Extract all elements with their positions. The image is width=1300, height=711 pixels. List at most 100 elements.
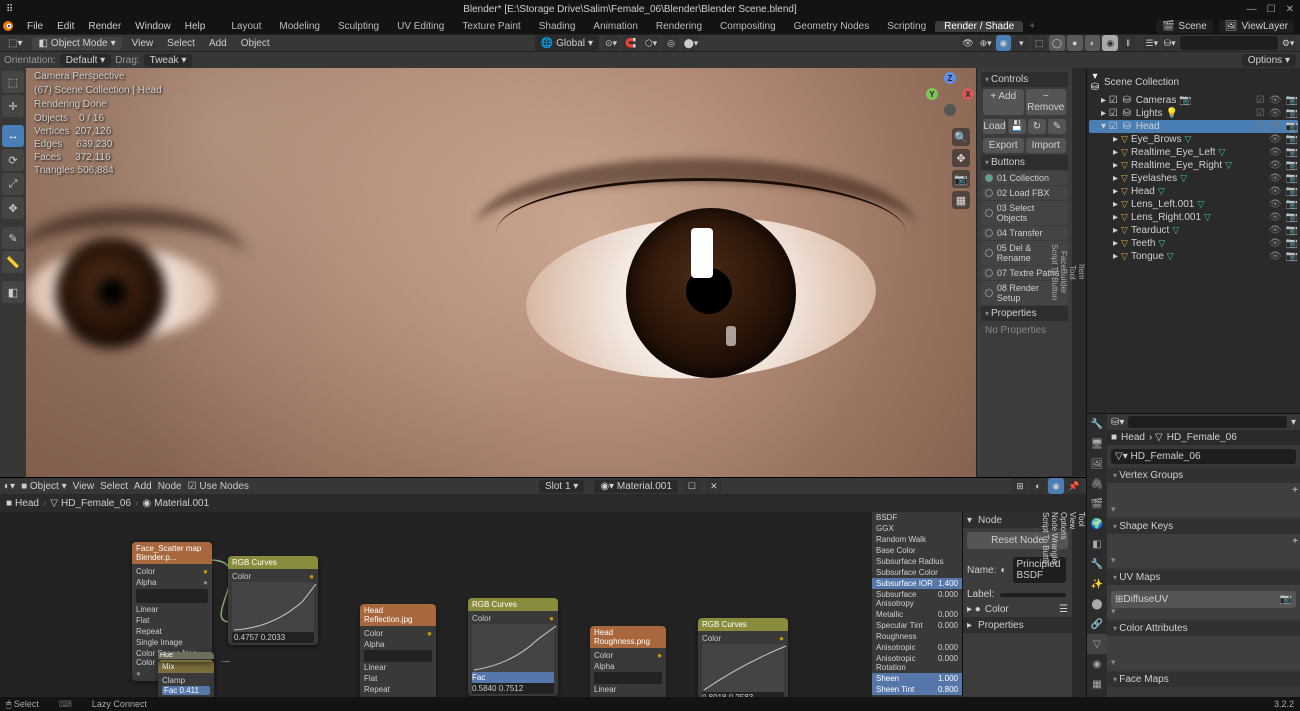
ne-shading-active[interactable]: ◉ — [1048, 478, 1064, 494]
outliner-item-realtime-eye-left[interactable]: ▸▽Realtime_Eye_Left ▽👁📷 — [1089, 146, 1298, 159]
menu-object[interactable]: Object — [237, 38, 274, 49]
bsdf-row[interactable]: Sheen Tint0.800 — [872, 684, 962, 695]
filter-icon[interactable]: ⚙▾ — [1280, 35, 1296, 51]
pause-icon[interactable]: ‖ — [1120, 35, 1136, 51]
tool-annotate[interactable]: ✎ — [2, 227, 24, 249]
bsdf-row[interactable]: Subsurface Color — [872, 567, 962, 578]
ne-dd-object[interactable]: ■ Object ▾ — [21, 481, 67, 492]
tool-add[interactable]: ◧ — [2, 281, 24, 303]
tab-compositing[interactable]: Compositing — [711, 21, 785, 32]
props-search[interactable] — [1128, 416, 1287, 428]
bsdf-row[interactable]: Subsurface Radius — [872, 556, 962, 567]
tool-move[interactable]: ↔ — [2, 125, 24, 147]
tool-cursor[interactable]: ✛ — [2, 95, 24, 117]
tab-uv-editing[interactable]: UV Editing — [388, 21, 453, 32]
ptab-scene[interactable]: 🎬 — [1087, 494, 1107, 514]
gizmo-toggle[interactable]: ⊕▾ — [978, 35, 994, 51]
node-rgb-curves-1[interactable]: RGB Curves Color● 0.4757 0.2033 — [228, 556, 318, 645]
material-unlink-icon[interactable]: ✕ — [706, 478, 722, 494]
bsdf-row[interactable]: Roughness — [872, 631, 962, 642]
crumb-object[interactable]: ■ Head — [6, 498, 39, 509]
shading-rendered[interactable]: ◉ — [1102, 35, 1118, 51]
orientation-dropdown[interactable]: Default ▾ — [60, 54, 112, 67]
outliner-item-realtime-eye-right[interactable]: ▸▽Realtime_Eye_Right ▽👁📷 — [1089, 159, 1298, 172]
export-button[interactable]: Export — [983, 138, 1024, 153]
perspective-toggle-icon[interactable]: ▦ — [952, 191, 970, 209]
ne-vtab-options[interactable]: Options — [1059, 512, 1068, 697]
node-hue[interactable]: Hue — [158, 652, 214, 662]
editor-type-icon[interactable]: ⬚▾ — [4, 38, 26, 49]
outliner-item-eyelashes[interactable]: ▸▽Eyelashes ▽👁📷 — [1089, 172, 1298, 185]
drag-dropdown[interactable]: Tweak ▾ — [144, 54, 193, 67]
ne-vtab-tool[interactable]: Tool — [1077, 512, 1086, 697]
tab-animation[interactable]: Animation — [584, 21, 646, 32]
ptab-viewlayer[interactable]: 🖇 — [1087, 474, 1107, 494]
node-graph[interactable]: Face_Scatter map Blender.p... Color● Alp… — [0, 512, 962, 697]
viewport-gizmo[interactable]: Z Y X — [930, 74, 970, 114]
ptab-world[interactable]: 🌍 — [1087, 514, 1107, 534]
outliner-search[interactable] — [1180, 36, 1279, 50]
tab-scripting[interactable]: Scripting — [878, 21, 935, 32]
menu-window[interactable]: Window — [128, 21, 178, 32]
menu-add[interactable]: Add — [205, 38, 231, 49]
uv-item[interactable]: ⊞ DiffuseUV📷 — [1111, 591, 1296, 608]
slot-dropdown[interactable]: Slot 1 ▾ — [539, 480, 584, 493]
bsdf-row[interactable]: Subsurface Anisotropy0.000 — [872, 589, 962, 609]
ne-pin-icon[interactable]: 📌 — [1066, 478, 1082, 494]
bsdf-row[interactable]: Clearcoat0.000 — [872, 695, 962, 697]
node-principled-bsdf[interactable]: BSDFGGXRandom WalkBase ColorSubsurface R… — [872, 512, 962, 697]
menu-view[interactable]: View — [128, 38, 158, 49]
menu-select[interactable]: Select — [163, 38, 199, 49]
props-options-icon[interactable]: ▾ — [1291, 417, 1296, 428]
panel-vertex-groups[interactable]: Vertex Groups — [1107, 468, 1300, 483]
tab-sculpting[interactable]: Sculpting — [329, 21, 388, 32]
vtab-facebuilder[interactable]: FaceBuilder — [1059, 68, 1068, 477]
bsdf-row[interactable]: Specular Tint0.000 — [872, 620, 962, 631]
ptab-particles[interactable]: ✨ — [1087, 574, 1107, 594]
shading-wire[interactable]: ◯ — [1049, 35, 1065, 51]
render-icon[interactable]: 📷 — [1286, 95, 1298, 106]
props-editor-icon[interactable]: ⛁▾ — [1111, 417, 1124, 428]
ne-vtab-view[interactable]: View — [1068, 512, 1077, 697]
eye-icon[interactable]: 👁 — [1269, 95, 1282, 106]
ne-menu-add[interactable]: Add — [134, 481, 152, 492]
outliner-root[interactable]: ▾ ⛁ Scene Collection — [1089, 70, 1298, 94]
ne-menu-node[interactable]: Node — [158, 481, 182, 492]
snap-toggle[interactable]: 🧲 — [623, 35, 639, 51]
ptab-constraints[interactable]: 🔗 — [1087, 614, 1107, 634]
input-color-label[interactable]: Color — [985, 604, 1009, 615]
load-button[interactable]: Load — [983, 119, 1006, 134]
transform-orientation-dropdown[interactable]: 🌐 Global ▾ — [535, 35, 599, 51]
crumb-mesh[interactable]: ▽ HD_Female_06 — [50, 498, 131, 509]
ptab-object[interactable]: ◧ — [1087, 534, 1107, 554]
scene-dropdown[interactable]: 🎬 Scene — [1156, 20, 1213, 33]
outliner-item-head[interactable]: ▸▽Head ▽👁📷 — [1089, 185, 1298, 198]
tool-measure[interactable]: 📏 — [2, 251, 24, 273]
proportional-options[interactable]: ⬤▾ — [683, 35, 699, 51]
proportional-toggle[interactable]: ◎ — [663, 35, 679, 51]
add-icon[interactable]: + — [1292, 485, 1298, 496]
outliner-item-tearduct[interactable]: ▸▽Tearduct ▽👁📷 — [1089, 224, 1298, 237]
ptab-material[interactable]: ◉ — [1087, 654, 1107, 674]
outliner-cameras[interactable]: ▸ ☑⛁Cameras 📷☑👁📷 — [1089, 94, 1298, 107]
menu-file[interactable]: File — [20, 21, 50, 32]
ptab-texture[interactable]: ▦ — [1087, 674, 1107, 694]
outliner-item-lens-left-001[interactable]: ▸▽Lens_Left.001 ▽👁📷 — [1089, 198, 1298, 211]
overlays-options[interactable]: ▾ — [1013, 35, 1029, 51]
bsdf-row[interactable]: Subsurface IOR1.400 — [872, 578, 962, 589]
shading-matprev[interactable]: ◐ — [1085, 35, 1101, 51]
xray-toggle[interactable]: ⬚ — [1031, 35, 1047, 51]
vtab-tool[interactable]: Tool — [1068, 68, 1077, 477]
vtab-item[interactable]: Item — [1077, 68, 1086, 477]
props-object-dd[interactable]: ▽▾ HD_Female_06 — [1111, 449, 1296, 464]
visibility-icon[interactable]: 👁 — [960, 35, 976, 51]
maximize-icon[interactable]: ☐ — [1267, 4, 1276, 15]
ptab-data[interactable]: ▽ — [1087, 634, 1107, 654]
menu-edit[interactable]: Edit — [50, 21, 81, 32]
node-image-texture-reflection[interactable]: Head Reflection.jpg Color● Alpha Linear … — [360, 604, 436, 697]
bsdf-row[interactable]: Anisotropic0.000 — [872, 642, 962, 653]
ne-vtab-wrangler[interactable]: Node Wrangler — [1050, 512, 1059, 697]
tool-select-box[interactable]: ⬚ — [2, 71, 24, 93]
axis-neg-icon[interactable] — [944, 104, 956, 116]
tab-modeling[interactable]: Modeling — [270, 21, 329, 32]
